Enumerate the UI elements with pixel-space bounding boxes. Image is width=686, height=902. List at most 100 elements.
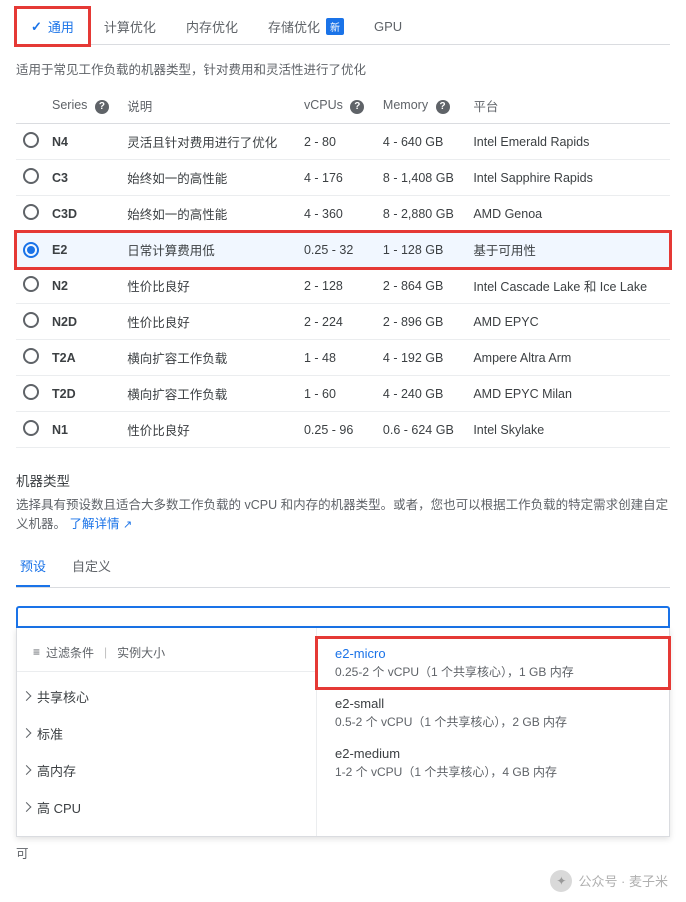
subtab-preset[interactable]: 预设 xyxy=(16,548,50,587)
table-row[interactable]: C3 始终如一的高性能 4 - 176 8 - 1,408 GB Intel S… xyxy=(16,160,670,196)
dropdown-filter-header: ≡ 过滤条件 | 实例大小 xyxy=(17,638,316,672)
series-radio[interactable] xyxy=(23,168,39,184)
platform-cell: Intel Skylake xyxy=(467,412,670,448)
option-spec: 0.25-2 个 vCPU（1 个共享核心），1 GB 内存 xyxy=(335,663,651,680)
table-row[interactable]: E2 日常计算费用低 0.25 - 32 1 - 128 GB 基于可用性 xyxy=(16,232,670,268)
help-icon[interactable]: ? xyxy=(436,100,450,114)
table-row[interactable]: N2D 性价比良好 2 - 224 2 - 896 GB AMD EPYC xyxy=(16,304,670,340)
tab-general[interactable]: ✓ 通用 xyxy=(16,8,89,45)
series-cell: N2 xyxy=(46,268,121,304)
table-row[interactable]: N1 性价比良好 0.25 - 96 0.6 - 624 GB Intel Sk… xyxy=(16,412,670,448)
memory-cell: 2 - 864 GB xyxy=(377,268,467,304)
th-desc: 说明 xyxy=(121,88,298,124)
platform-cell: AMD EPYC xyxy=(467,304,670,340)
truncated-text: 可 xyxy=(16,843,670,862)
machine-type-dropdown: ≡ 过滤条件 | 实例大小 共享核心标准高内存高 CPU e2-micro 0.… xyxy=(16,628,670,837)
desc-cell: 横向扩容工作负载 xyxy=(121,376,298,412)
platform-cell: Ampere Altra Arm xyxy=(467,340,670,376)
wechat-icon: ✦ xyxy=(550,870,572,892)
table-row[interactable]: T2A 横向扩容工作负载 1 - 48 4 - 192 GB Ampere Al… xyxy=(16,340,670,376)
platform-cell: Intel Emerald Rapids xyxy=(467,124,670,160)
memory-cell: 2 - 896 GB xyxy=(377,304,467,340)
tab-gpu[interactable]: GPU xyxy=(359,8,417,44)
series-radio[interactable] xyxy=(23,348,39,364)
machine-type-desc: 选择具有预设数且适合大多数工作负载的 vCPU 和内存的机器类型。或者，您也可以… xyxy=(16,496,670,534)
tab-storage-label: 存储优化 xyxy=(268,17,320,36)
desc-cell: 始终如一的高性能 xyxy=(121,196,298,232)
th-series: Series ? xyxy=(46,88,121,124)
series-radio[interactable] xyxy=(23,242,39,258)
option-spec: 0.5-2 个 vCPU（1 个共享核心），2 GB 内存 xyxy=(335,713,651,730)
dropdown-option[interactable]: e2-micro 0.25-2 个 vCPU（1 个共享核心），1 GB 内存 xyxy=(317,638,669,688)
vcpus-cell: 1 - 60 xyxy=(298,376,377,412)
category-tabs: ✓ 通用 计算优化 内存优化 存储优化 新 GPU xyxy=(16,8,670,45)
machine-subtabs: 预设 自定义 xyxy=(16,548,670,588)
filter-label: 过滤条件 xyxy=(46,644,94,661)
vcpus-cell: 0.25 - 32 xyxy=(298,232,377,268)
vcpus-cell: 2 - 224 xyxy=(298,304,377,340)
vcpus-cell: 0.25 - 96 xyxy=(298,412,377,448)
subtab-custom[interactable]: 自定义 xyxy=(68,548,115,587)
table-row[interactable]: N4 灵活且针对费用进行了优化 2 - 80 4 - 640 GB Intel … xyxy=(16,124,670,160)
memory-cell: 1 - 128 GB xyxy=(377,232,467,268)
series-radio[interactable] xyxy=(23,420,39,436)
desc-cell: 始终如一的高性能 xyxy=(121,160,298,196)
watermark-text: 公众号 · 麦子米 xyxy=(578,871,668,890)
vcpus-cell: 2 - 80 xyxy=(298,124,377,160)
platform-cell: Intel Cascade Lake 和 Ice Lake xyxy=(467,268,670,304)
new-badge: 新 xyxy=(326,18,344,35)
series-cell: T2A xyxy=(46,340,121,376)
help-icon[interactable]: ? xyxy=(95,100,109,114)
series-radio[interactable] xyxy=(23,204,39,220)
option-name: e2-small xyxy=(335,696,651,711)
machine-type-title: 机器类型 xyxy=(16,470,670,490)
memory-cell: 8 - 1,408 GB xyxy=(377,160,467,196)
vcpus-cell: 2 - 128 xyxy=(298,268,377,304)
series-table: Series ? 说明 vCPUs ? Memory ? 平台 N4 灵活且针对… xyxy=(16,88,670,448)
tab-compute[interactable]: 计算优化 xyxy=(89,8,171,44)
tab-memory[interactable]: 内存优化 xyxy=(171,8,253,44)
option-name: e2-micro xyxy=(335,646,651,661)
desc-cell: 性价比良好 xyxy=(121,304,298,340)
desc-cell: 横向扩容工作负载 xyxy=(121,340,298,376)
dropdown-categories: ≡ 过滤条件 | 实例大小 共享核心标准高内存高 CPU xyxy=(17,628,317,836)
tab-storage[interactable]: 存储优化 新 xyxy=(253,8,359,44)
tab-gpu-label: GPU xyxy=(374,19,402,34)
series-radio[interactable] xyxy=(23,132,39,148)
dropdown-option[interactable]: e2-medium 1-2 个 vCPU（1 个共享核心），4 GB 内存 xyxy=(317,738,669,788)
machine-type-select[interactable] xyxy=(16,606,670,628)
th-memory: Memory ? xyxy=(377,88,467,124)
series-cell: C3 xyxy=(46,160,121,196)
dropdown-category-item[interactable]: 共享核心 xyxy=(17,678,316,715)
series-radio[interactable] xyxy=(23,384,39,400)
watermark: ✦ 公众号 · 麦子米 xyxy=(550,870,668,892)
th-platform: 平台 xyxy=(467,88,670,124)
tab-memory-label: 内存优化 xyxy=(186,17,238,36)
series-radio[interactable] xyxy=(23,276,39,292)
tab-description: 适用于常见工作负载的机器类型，针对费用和灵活性进行了优化 xyxy=(16,45,670,88)
option-spec: 1-2 个 vCPU（1 个共享核心），4 GB 内存 xyxy=(335,763,651,780)
memory-cell: 4 - 192 GB xyxy=(377,340,467,376)
table-row[interactable]: N2 性价比良好 2 - 128 2 - 864 GB Intel Cascad… xyxy=(16,268,670,304)
dropdown-category-item[interactable]: 高 CPU xyxy=(17,789,316,826)
vcpus-cell: 4 - 360 xyxy=(298,196,377,232)
dropdown-option[interactable]: e2-small 0.5-2 个 vCPU（1 个共享核心），2 GB 内存 xyxy=(317,688,669,738)
series-cell: T2D xyxy=(46,376,121,412)
tab-general-label: 通用 xyxy=(48,17,74,36)
check-icon: ✓ xyxy=(31,19,42,35)
series-radio[interactable] xyxy=(23,312,39,328)
th-vcpus: vCPUs ? xyxy=(298,88,377,124)
platform-cell: Intel Sapphire Rapids xyxy=(467,160,670,196)
table-row[interactable]: T2D 横向扩容工作负载 1 - 60 4 - 240 GB AMD EPYC … xyxy=(16,376,670,412)
vcpus-cell: 1 - 48 xyxy=(298,340,377,376)
table-row[interactable]: C3D 始终如一的高性能 4 - 360 8 - 2,880 GB AMD Ge… xyxy=(16,196,670,232)
platform-cell: AMD Genoa xyxy=(467,196,670,232)
learn-more-link[interactable]: 了解详情 ↗ xyxy=(70,517,133,531)
desc-cell: 灵活且针对费用进行了优化 xyxy=(121,124,298,160)
dropdown-category-item[interactable]: 标准 xyxy=(17,715,316,752)
dropdown-category-item[interactable]: 高内存 xyxy=(17,752,316,789)
series-cell: N4 xyxy=(46,124,121,160)
help-icon[interactable]: ? xyxy=(350,100,364,114)
series-cell: N2D xyxy=(46,304,121,340)
series-cell: C3D xyxy=(46,196,121,232)
